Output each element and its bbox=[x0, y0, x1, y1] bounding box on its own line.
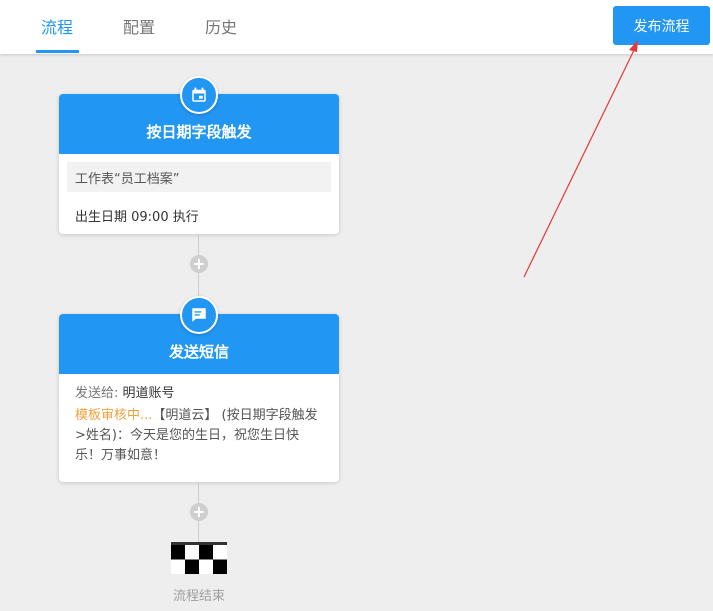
worksheet-info: 工作表“员工档案” bbox=[67, 162, 331, 192]
publish-flow-button[interactable]: 发布流程 bbox=[613, 6, 710, 45]
sms-recipient-value: 明道账号 bbox=[122, 386, 175, 401]
trigger-node-card[interactable]: 按日期字段触发 工作表“员工档案” 出生日期 09:00 执行 bbox=[59, 94, 339, 234]
flow-end-label: 流程结束 bbox=[172, 589, 225, 604]
chat-icon bbox=[180, 296, 218, 334]
calendar-icon bbox=[180, 76, 218, 114]
schedule-info: 出生日期 09:00 执行 bbox=[75, 210, 199, 225]
sms-message: 模板审核中...【明道云】 (按日期字段触发>姓名)：今天是您的生日，祝您生日快… bbox=[75, 406, 323, 466]
sms-node-card[interactable]: 发送短信 发送给: 明道账号 模板审核中...【明道云】 (按日期字段触发>姓名… bbox=[59, 314, 339, 482]
sms-recipient-label: 发送给: bbox=[75, 386, 119, 401]
tab-history[interactable]: 历史 bbox=[205, 18, 237, 38]
tab-config[interactable]: 配置 bbox=[123, 18, 155, 38]
annotation-arrow bbox=[523, 40, 638, 278]
checkered-flag-icon bbox=[171, 542, 227, 574]
active-tab-indicator bbox=[36, 50, 79, 53]
top-bar: 流程 配置 历史 发布流程 bbox=[0, 0, 713, 54]
tab-flow[interactable]: 流程 bbox=[41, 18, 73, 38]
sms-recipient: 发送给: 明道账号 bbox=[75, 384, 323, 404]
add-node-button[interactable]: + bbox=[190, 503, 208, 521]
add-node-button[interactable]: + bbox=[190, 255, 208, 273]
template-pending-status: 模板审核中... bbox=[75, 408, 153, 423]
